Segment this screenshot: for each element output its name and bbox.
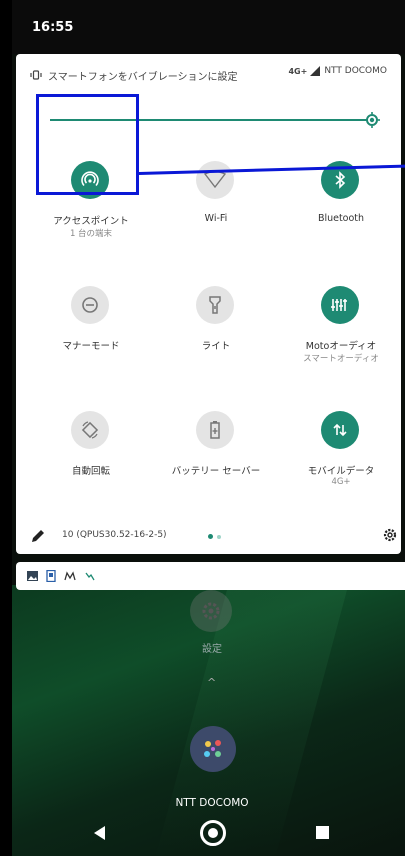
phone-screen: 16:55 スマートフォンをバイブレーションに設定 4G+ NTT DOCOMO [12,0,405,856]
tile-label: アクセスポイント [53,216,129,227]
signal-icon [310,66,321,76]
gallery-icon [26,570,38,582]
moto-app-icon [64,570,76,582]
moto-app-folder-icon[interactable] [190,726,236,772]
carrier-info: 4G+ NTT DOCOMO [288,66,387,76]
network-type: 4G+ [288,66,308,76]
mobile-data-icon [321,411,359,449]
carrier-name: NTT DOCOMO [324,66,387,76]
tile-label: Bluetooth [317,213,365,224]
tile-label: モバイルデータ [307,466,375,477]
settings-gear-icon[interactable] [382,527,398,543]
lockscreen-carrier: NTT DOCOMO [175,797,249,809]
clock: 16:55 [32,20,74,35]
tile-label: ライト [201,341,231,352]
wifi-icon [196,161,234,199]
navigation-bar [12,812,405,856]
app-drawer-chevron-icon[interactable]: ^ [207,676,216,689]
tile-bluetooth[interactable]: Bluetooth [286,161,396,261]
do-not-disturb-icon [71,286,109,324]
sync-icon [83,570,95,582]
tile-sublabel: 4G+ [331,477,351,487]
equalizer-icon [321,286,359,324]
page-indicator [208,534,221,539]
flashlight-icon [196,286,234,324]
notification-icons-strip[interactable] [16,562,405,590]
brightness-icon[interactable] [364,112,380,128]
quick-settings-footer: 10 (QPUS30.52-16-2-5) [16,522,401,552]
vibrate-mode-row[interactable]: スマートフォンをバイブレーションに設定 [30,66,238,84]
edit-pencil-icon[interactable] [30,528,46,544]
tile-label: Wi-Fi [204,213,228,224]
settings-app-icon[interactable] [190,590,232,632]
tile-mobile-data[interactable]: モバイルデータ 4G+ [286,411,396,511]
tile-moto-audio[interactable]: Motoオーディオ スマートオーディオ [286,286,396,386]
back-icon[interactable] [94,826,105,840]
vibrate-icon [30,70,42,80]
recents-icon[interactable] [316,826,329,839]
tile-auto-rotate[interactable]: 自動回転 [36,411,146,511]
status-bar: 16:55 [12,0,405,54]
tile-label: Motoオーディオ [305,341,377,352]
vibrate-label: スマートフォンをバイブレーションに設定 [48,71,238,83]
build-number[interactable]: 10 (QPUS30.52-16-2-5) [62,530,167,540]
tile-label: 自動回転 [71,466,110,477]
tile-label: バッテリー セーバー [171,466,261,477]
tile-do-not-disturb[interactable]: マナーモード [36,286,146,386]
tile-battery-saver[interactable]: バッテリー セーバー [161,411,271,511]
tile-flashlight[interactable]: ライト [161,286,271,386]
tile-sublabel: 1 台の端末 [69,229,113,239]
tile-label: マナーモード [62,341,120,352]
tile-sublabel: スマートオーディオ [303,354,379,364]
page-dot [217,534,221,539]
tile-wifi[interactable]: Wi-Fi [161,161,271,261]
auto-rotate-icon [71,411,109,449]
settings-app-label: 設定 [202,644,222,655]
page-dot-active [208,534,213,539]
screenshot-icon [45,570,57,582]
battery-saver-icon [196,411,234,449]
annotation-highlight-box [36,94,139,195]
home-icon[interactable] [200,820,226,846]
